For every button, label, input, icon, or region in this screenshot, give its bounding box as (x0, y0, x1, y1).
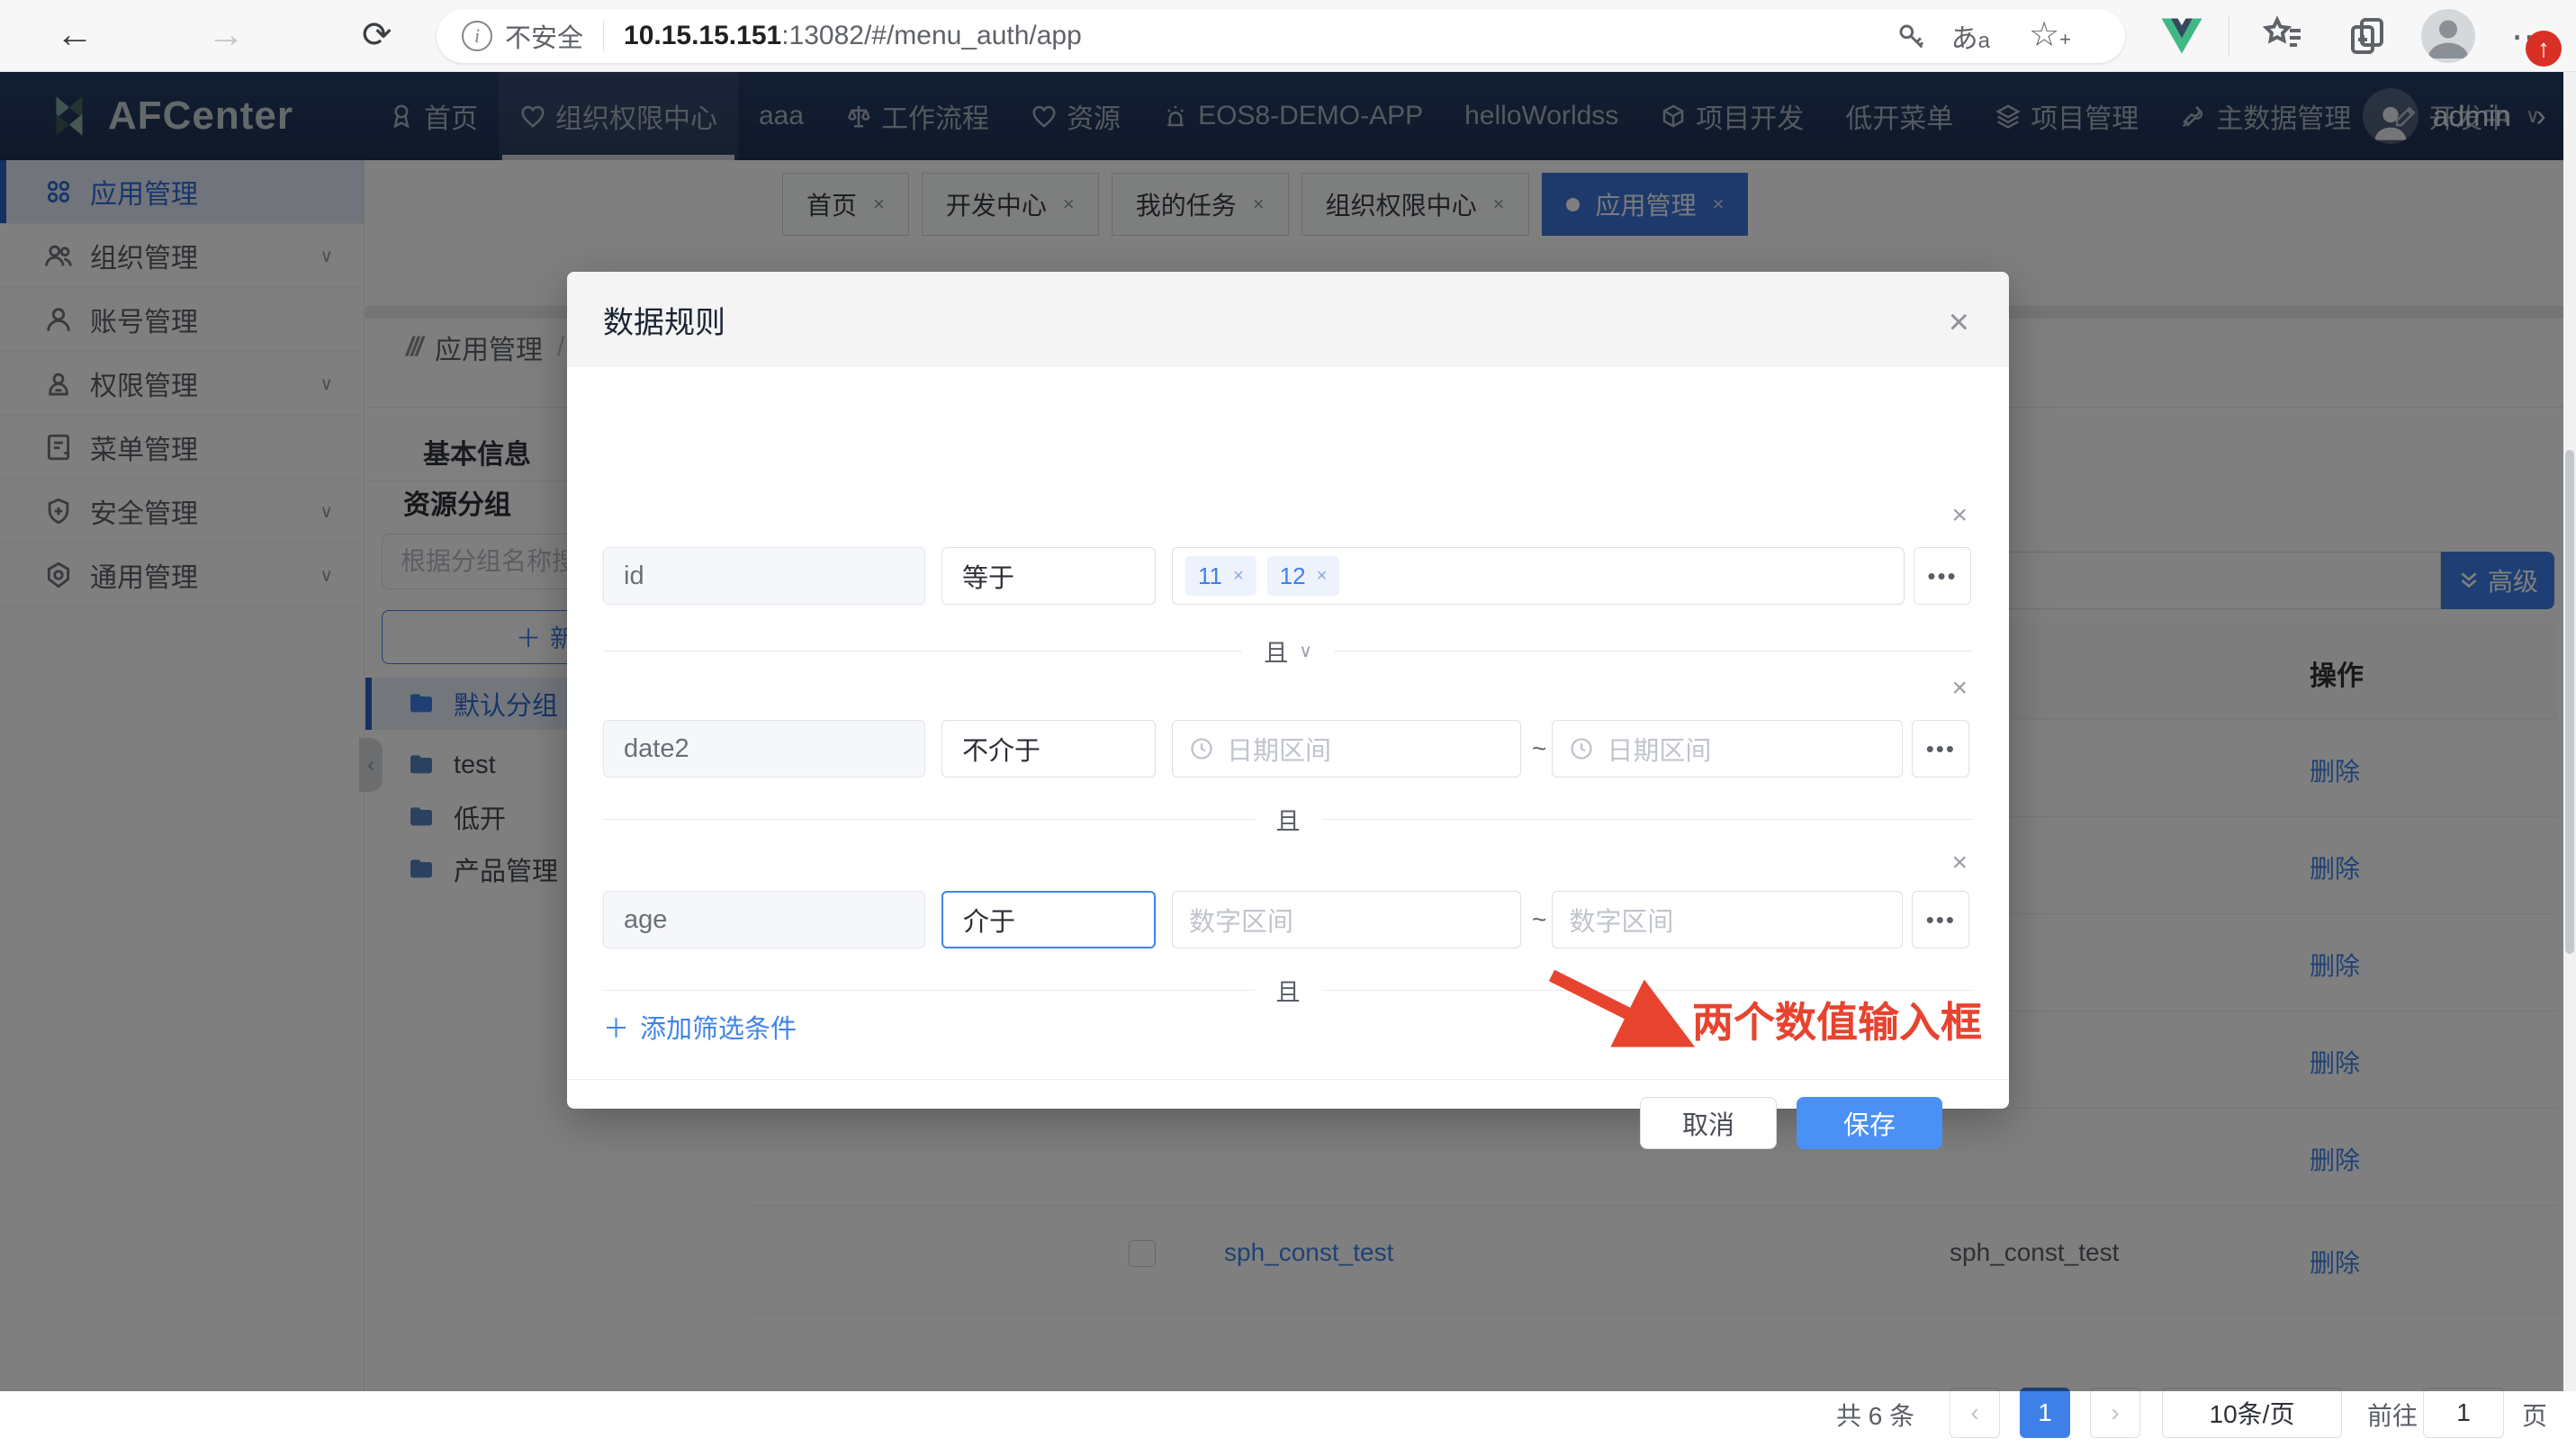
condition-row-age: age 介于 数字区间 ~ 数字区间 ••• (603, 891, 1970, 948)
chevron-down-icon: ∨ (1299, 642, 1312, 661)
logic-connector-and: 且 (603, 973, 1973, 1008)
page-info-icon[interactable]: i (462, 21, 492, 51)
save-button[interactable]: 保存 (1797, 1097, 1942, 1149)
more-options-button[interactable]: ••• (1912, 720, 1970, 777)
goto-page-input[interactable] (2423, 1388, 2504, 1438)
value-tag[interactable]: 12 × (1266, 556, 1340, 596)
app-viewport: AFCenter 首页 组织权限中心 aaa 工作流程 资源 EOS8- (0, 72, 2576, 1456)
logic-connector-and: 且 (603, 802, 1973, 837)
prev-page-button[interactable]: ‹ (1950, 1388, 2000, 1438)
more-options-button[interactable]: ••• (1914, 547, 1971, 605)
clock-icon (1571, 738, 1593, 759)
field-input-age[interactable]: age (603, 891, 925, 948)
scrollbar-thumb[interactable] (2565, 450, 2574, 954)
tag-close-icon[interactable]: × (1233, 566, 1244, 587)
date-range-start-input[interactable]: 日期区间 (1172, 720, 1521, 777)
key-icon[interactable] (1896, 22, 1927, 52)
plus-icon: ＋ (603, 1015, 630, 1044)
url-host: 10.15.15.151 (624, 21, 782, 50)
operator-select-not-between[interactable]: 不介于 (941, 720, 1156, 777)
range-tilde: ~ (1532, 734, 1547, 762)
update-badge-icon[interactable]: ↑ (2526, 31, 2562, 67)
clock-icon (1191, 738, 1212, 759)
value-tags-input[interactable]: 11 × 12 × (1172, 547, 1905, 605)
number-range-end-input[interactable]: 数字区间 (1552, 891, 1904, 948)
condition-row-date2: date2 不介于 日期区间 ~ 日期区间 ••• (603, 720, 1970, 777)
number-range-start-input[interactable]: 数字区间 (1172, 891, 1521, 948)
address-bar[interactable]: i 不安全 10.15.15.151 :13082/#/menu_auth/ap… (437, 9, 2125, 63)
browser-forward-icon[interactable]: → (207, 13, 245, 56)
translate-icon[interactable]: あa (1951, 16, 1990, 56)
browser-reload-icon[interactable]: ⟳ (362, 14, 392, 56)
next-page-button[interactable]: › (2090, 1388, 2140, 1438)
modal-footer: 取消 保存 (1640, 1097, 1942, 1149)
modal-title: 数据规则 (603, 305, 725, 340)
page-unit-label: 页 (2522, 1402, 2548, 1430)
modal-footer-divider (567, 1079, 2009, 1080)
logic-connector-and[interactable]: 且 ∨ (603, 634, 1974, 669)
pagination-total: 共 6 条 (1836, 1402, 1915, 1430)
address-divider (603, 21, 605, 51)
field-input-date2[interactable]: date2 (603, 720, 925, 777)
more-options-button[interactable]: ••• (1912, 891, 1970, 948)
browser-toolbar: ← → ⟳ i 不安全 10.15.15.151 :13082/#/menu_a… (0, 0, 2576, 72)
operator-select-between[interactable]: 介于 (941, 891, 1156, 948)
collections-icon[interactable] (2346, 14, 2389, 58)
browser-back-icon[interactable]: ← (56, 13, 94, 56)
date-range-end-input[interactable]: 日期区间 (1552, 720, 1904, 777)
remove-condition-icon[interactable]: × (1951, 502, 1968, 529)
cancel-button[interactable]: 取消 (1640, 1097, 1777, 1149)
remove-condition-icon[interactable]: × (1951, 849, 1968, 876)
current-page-button[interactable]: 1 (2020, 1388, 2070, 1438)
bookmark-star-icon[interactable]: ☆+ (2029, 14, 2071, 55)
range-tilde: ~ (1532, 905, 1547, 933)
page-size-select[interactable]: 10条/页 (2162, 1388, 2342, 1438)
vue-devtools-icon[interactable] (2160, 14, 2203, 58)
add-condition-link[interactable]: ＋ 添加筛选条件 (603, 1008, 797, 1046)
browser-profile-avatar[interactable] (2421, 9, 2475, 63)
modal-header: 数据规则 (567, 272, 2009, 367)
url-path: :13082/#/menu_auth/app (781, 21, 1082, 50)
remove-condition-icon[interactable]: × (1951, 675, 1968, 702)
modal-close-icon[interactable]: × (1949, 304, 1969, 340)
operator-select-equals[interactable]: 等于 (941, 547, 1156, 605)
page-scrollbar[interactable] (2563, 72, 2576, 1391)
field-input-id[interactable]: id (603, 547, 925, 605)
favorites-bar-icon[interactable] (2261, 14, 2304, 58)
value-tag[interactable]: 11 × (1185, 556, 1256, 596)
tag-close-icon[interactable]: × (1317, 566, 1328, 587)
condition-row-id: id 等于 11 × 12 × ••• (603, 547, 1971, 605)
goto-label: 前往 (2367, 1402, 2418, 1430)
data-rules-modal: 数据规则 × × id 等于 11 × 12 × ••• 且 ∨ × date2… (567, 272, 2009, 1149)
not-secure-label: 不安全 (505, 24, 584, 53)
